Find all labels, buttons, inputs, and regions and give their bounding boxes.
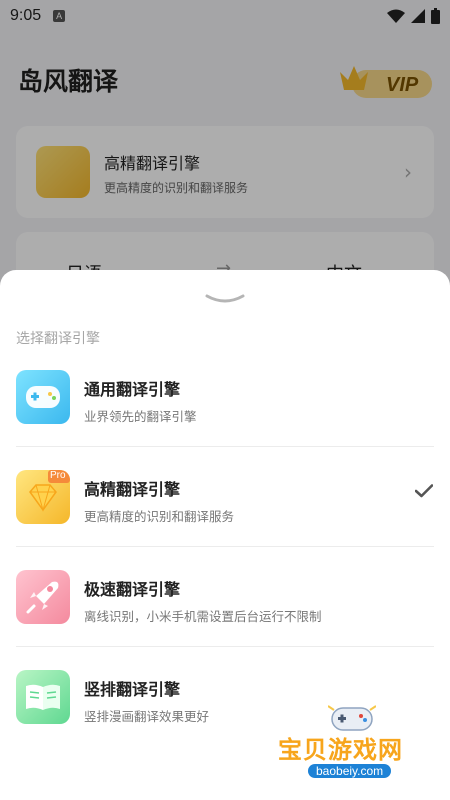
divider <box>16 546 434 547</box>
engine-name: 通用翻译引擎 <box>84 380 181 399</box>
book-icon <box>16 670 70 724</box>
diamond-icon: Pro <box>16 470 70 524</box>
watermark-url: baobeiy.com <box>308 764 392 778</box>
watermark-text: 宝贝游戏网 <box>278 736 403 764</box>
engine-name: 极速翻译引擎 <box>84 580 181 599</box>
engine-name: 竖排翻译引擎 <box>84 680 181 699</box>
engine-description: 业界领先的翻译引擎 <box>84 409 197 424</box>
sheet-title: 选择翻译引擎 <box>16 331 100 347</box>
divider <box>16 446 434 447</box>
engine-description: 离线识别，小米手机需设置后台运行不限制 <box>84 609 322 624</box>
sheet-handle-icon[interactable] <box>205 292 245 306</box>
engine-option-general[interactable]: 通用翻译引擎 业界领先的翻译引擎 <box>0 370 450 470</box>
engine-option-high-precision[interactable]: Pro 高精翻译引擎 更高精度的识别和翻译服务 <box>0 470 450 570</box>
gamepad-icon <box>16 370 70 424</box>
divider <box>16 646 434 647</box>
engine-option-fast[interactable]: 极速翻译引擎 离线识别，小米手机需设置后台运行不限制 <box>0 570 450 670</box>
engine-description: 更高精度的识别和翻译服务 <box>84 509 235 524</box>
watermark-logo: 宝贝游戏网 baobeiy.com <box>270 700 442 792</box>
rocket-icon <box>16 570 70 624</box>
engine-name: 高精翻译引擎 <box>84 480 181 499</box>
gamepad-icon <box>328 705 376 731</box>
pro-badge: Pro <box>50 470 66 481</box>
engine-description: 竖排漫画翻译效果更好 <box>84 709 210 724</box>
check-icon <box>415 484 433 498</box>
